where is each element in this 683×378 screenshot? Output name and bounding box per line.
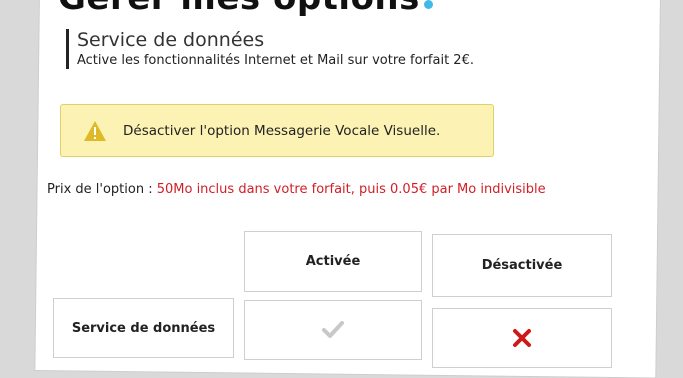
section-title: Service de données	[77, 29, 265, 51]
section-header-text: Service de données Active les fonctionna…	[77, 29, 474, 69]
section-header: Service de données Active les fonctionna…	[66, 29, 474, 69]
section-bar	[66, 29, 69, 69]
warning-triangle-icon	[81, 117, 109, 145]
option-price-value: 50Mo inclus dans votre forfait, puis 0.0…	[156, 182, 546, 197]
section-description: Active les fonctionnalités Internet et M…	[77, 53, 474, 68]
header-desactivee: Désactivée	[432, 234, 612, 297]
warning-text: Désactiver l'option Messagerie Vocale Vi…	[123, 122, 441, 139]
header-activee: Activée	[244, 231, 422, 292]
x-mark-icon	[512, 328, 532, 348]
warning-box: Désactiver l'option Messagerie Vocale Vi…	[60, 104, 494, 157]
page-title-text: Gérer mes options	[58, 0, 420, 18]
row-label-text: Service de données	[71, 320, 216, 336]
option-price-label: Prix de l'option :	[47, 182, 157, 197]
page-title: Gérer mes options	[58, 0, 433, 18]
title-accent-dot	[423, 0, 433, 9]
option-price: Prix de l'option : 50Mo inclus dans votr…	[47, 182, 546, 197]
check-icon	[322, 321, 344, 339]
toggle-desactivee-option[interactable]	[432, 308, 612, 368]
toggle-activee-option[interactable]	[244, 300, 422, 360]
row-label-service-donnees: Service de données	[53, 298, 234, 358]
header-activee-label: Activée	[305, 254, 361, 269]
header-desactivee-label: Désactivée	[481, 258, 563, 273]
